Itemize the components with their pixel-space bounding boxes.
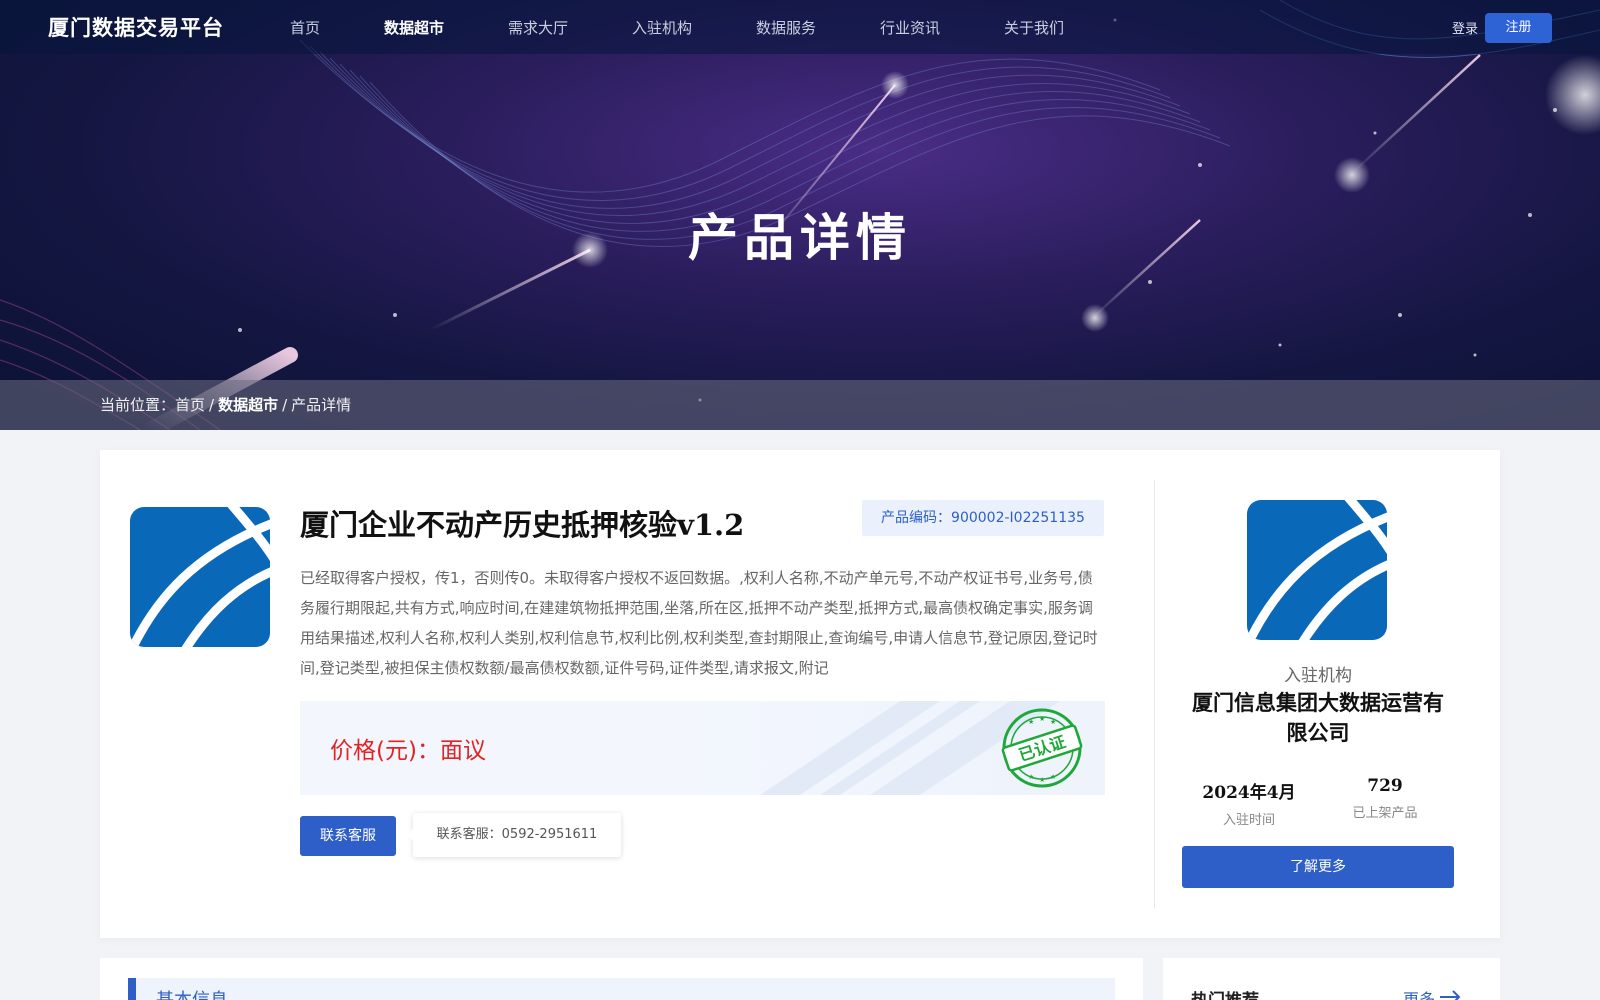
contact-service-button[interactable]: 联系客服 bbox=[300, 816, 396, 856]
svg-text:★: ★ bbox=[1028, 718, 1034, 726]
join-date-value: 2024年4月 bbox=[1202, 783, 1296, 803]
product-count-value: 729 bbox=[1367, 776, 1403, 796]
nav-item-industry-news[interactable]: 行业资讯 bbox=[880, 17, 940, 38]
contact-phone-tooltip: 联系客服：0592-2951611 bbox=[407, 813, 621, 857]
register-button[interactable]: 注册 bbox=[1485, 13, 1552, 43]
breadcrumb: 当前位置：首页 / 数据超市 / 产品详情 bbox=[100, 394, 351, 415]
price-panel: 价格(元)：面议 ★ ★ ★ ★ ★ ★ 已认证 bbox=[300, 701, 1105, 795]
login-link[interactable]: 登录 bbox=[1452, 18, 1478, 37]
svg-text:★: ★ bbox=[1050, 773, 1056, 781]
svg-text:★: ★ bbox=[1028, 773, 1034, 781]
nav-item-home[interactable]: 首页 bbox=[290, 17, 320, 38]
product-detail-card: 厦门企业不动产历史抵押核验v1.2 产品编码：900002-I02251135 … bbox=[100, 450, 1500, 938]
panel-divider bbox=[1154, 480, 1155, 908]
page-title: 产品详情 bbox=[688, 209, 912, 267]
hero-banner: 厦门数据交易平台 首页 数据超市 需求大厅 入驻机构 数据服务 行业资讯 关于我… bbox=[0, 0, 1600, 430]
product-name: 厦门企业不动产历史抵押核验v1.2 bbox=[300, 508, 745, 542]
product-count-stat: 729 已上架产品 bbox=[1325, 776, 1445, 821]
basic-info-card: 基本信息 bbox=[100, 958, 1143, 1000]
nav-item-data-market[interactable]: 数据超市 bbox=[384, 17, 444, 38]
organization-label: 入驻机构 bbox=[1284, 666, 1352, 686]
basic-info-header: 基本信息 bbox=[128, 978, 1115, 1000]
breadcrumb-prefix: 当前位置： bbox=[100, 396, 176, 414]
join-date-stat: 2024年4月 入驻时间 bbox=[1189, 778, 1309, 828]
breadcrumb-current: 产品详情 bbox=[291, 396, 352, 414]
certified-stamp-icon: ★ ★ ★ ★ ★ ★ 已认证 bbox=[1001, 708, 1083, 788]
nav-item-data-services[interactable]: 数据服务 bbox=[756, 17, 816, 38]
breadcrumb-bar: 当前位置：首页 / 数据超市 / 产品详情 bbox=[0, 380, 1600, 430]
organization-name: 厦门信息集团大数据运营有限公司 bbox=[1192, 690, 1444, 745]
hot-more-link[interactable]: 更多 bbox=[1403, 986, 1435, 1000]
hot-recommend-title: 热门推荐 bbox=[1191, 986, 1259, 1000]
hot-recommend-card: 热门推荐 更多 bbox=[1163, 958, 1500, 1000]
basic-info-title: 基本信息 bbox=[156, 986, 228, 1000]
price-text: 价格(元)：面议 bbox=[330, 738, 486, 764]
organization-logo-icon bbox=[1247, 500, 1387, 640]
learn-more-button[interactable]: 了解更多 bbox=[1182, 846, 1454, 888]
site-logo[interactable]: 厦门数据交易平台 bbox=[48, 12, 224, 42]
top-navigation: 厦门数据交易平台 首页 数据超市 需求大厅 入驻机构 数据服务 行业资讯 关于我… bbox=[0, 0, 1600, 54]
arrow-right-icon[interactable] bbox=[1439, 990, 1461, 1000]
join-date-label: 入驻时间 bbox=[1222, 813, 1275, 828]
product-count-label: 已上架产品 bbox=[1352, 806, 1418, 821]
svg-text:★: ★ bbox=[1050, 718, 1056, 726]
svg-text:★: ★ bbox=[1039, 715, 1045, 723]
breadcrumb-home[interactable]: 首页 bbox=[175, 396, 205, 414]
nav-item-demand-hall[interactable]: 需求大厅 bbox=[508, 17, 568, 38]
breadcrumb-separator: / bbox=[282, 396, 288, 414]
breadcrumb-separator: / bbox=[209, 396, 215, 414]
nav-item-about-us[interactable]: 关于我们 bbox=[1004, 17, 1064, 38]
svg-text:★: ★ bbox=[1039, 776, 1045, 784]
nav-item-institutions[interactable]: 入驻机构 bbox=[632, 17, 692, 38]
product-code-badge: 产品编码：900002-I02251135 bbox=[862, 500, 1104, 536]
breadcrumb-data-market[interactable]: 数据超市 bbox=[218, 396, 278, 414]
product-description: 已经取得客户授权，传1，否则传0。未取得客户授权不返回数据。,权利人名称,不动产… bbox=[300, 569, 1098, 677]
company-logo-icon bbox=[130, 507, 270, 647]
